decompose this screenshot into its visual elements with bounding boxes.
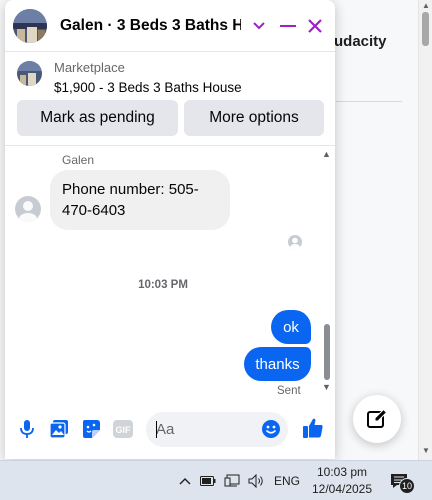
scroll-down-arrow-icon[interactable]: ▼ bbox=[422, 446, 430, 455]
notification-count-badge: 10 bbox=[399, 478, 415, 494]
message-list: Galen Phone number: 505-470-6403 10:03 P… bbox=[5, 146, 335, 398]
message-timestamp: 10:03 PM bbox=[138, 279, 188, 291]
sender-name: Galen bbox=[62, 153, 95, 167]
listing-title[interactable]: $1,900 - 3 Beds 3 Baths House bbox=[54, 80, 242, 95]
network-icon[interactable] bbox=[222, 461, 242, 500]
listing-panel: Marketplace $1,900 - 3 Beds 3 Baths Hous… bbox=[5, 52, 335, 146]
minimize-icon[interactable] bbox=[276, 13, 301, 39]
show-hidden-icons-chevron-up-icon[interactable] bbox=[175, 461, 195, 500]
outgoing-message-bubble[interactable]: thanks bbox=[244, 347, 311, 381]
clock-time: 10:03 pm bbox=[316, 465, 368, 479]
chevron-down-icon[interactable] bbox=[247, 13, 272, 39]
battery-icon[interactable] bbox=[198, 461, 218, 500]
scroll-up-arrow-icon[interactable]: ▲ bbox=[422, 1, 430, 10]
outgoing-message-bubble[interactable]: ok bbox=[271, 310, 311, 344]
chat-title[interactable]: Galen · 3 Beds 3 Baths Ho... bbox=[60, 17, 241, 35]
message-scrollbar[interactable]: ▲ ▼ bbox=[321, 146, 333, 398]
more-options-button[interactable]: More options bbox=[184, 100, 324, 136]
read-receipt-avatar bbox=[288, 235, 302, 249]
clock-date: 12/04/2025 bbox=[311, 482, 373, 496]
volume-icon[interactable] bbox=[246, 461, 266, 500]
scroll-up-arrow-icon[interactable]: ▲ bbox=[322, 149, 331, 159]
listing-thumbnail[interactable] bbox=[17, 61, 42, 86]
page-scrollbar[interactable]: ▲ ▼ bbox=[418, 0, 432, 460]
compose-icon bbox=[367, 408, 388, 428]
gif-icon-label: GIF bbox=[116, 425, 132, 435]
taskbar: ENG 10:03 pm 12/04/2025 bbox=[0, 460, 432, 500]
new-message-button[interactable] bbox=[353, 395, 401, 443]
background-divider bbox=[336, 101, 402, 102]
sticker-icon[interactable] bbox=[80, 418, 102, 440]
contact-avatar[interactable] bbox=[13, 8, 47, 43]
photo-icon[interactable] bbox=[48, 418, 70, 440]
language-indicator[interactable]: ENG bbox=[272, 461, 302, 500]
mark-as-pending-button[interactable]: Mark as pending bbox=[17, 100, 178, 136]
taskbar-clock[interactable]: 10:03 pm 12/04/2025 bbox=[305, 464, 379, 498]
page-scroll-thumb[interactable] bbox=[422, 12, 429, 46]
scroll-down-arrow-icon[interactable]: ▼ bbox=[322, 382, 331, 392]
microphone-icon[interactable] bbox=[16, 418, 38, 440]
text-caret bbox=[156, 421, 157, 438]
gif-icon[interactable]: GIF bbox=[112, 418, 134, 440]
listing-category: Marketplace bbox=[54, 60, 125, 75]
incoming-message-bubble[interactable]: Phone number: 505-470-6403 bbox=[50, 170, 230, 230]
chat-window: Galen · 3 Beds 3 Baths Ho... Marketplace… bbox=[5, 0, 335, 459]
message-composer: GIF bbox=[5, 400, 335, 459]
sender-avatar[interactable] bbox=[15, 196, 41, 222]
chat-header: Galen · 3 Beds 3 Baths Ho... bbox=[5, 0, 335, 52]
background-partial-text: udacity bbox=[334, 33, 387, 50]
emoji-icon[interactable] bbox=[261, 419, 281, 439]
message-scroll-thumb[interactable] bbox=[324, 324, 330, 380]
close-icon[interactable] bbox=[302, 13, 327, 39]
message-status: Sent bbox=[277, 385, 301, 397]
thumbs-up-icon[interactable] bbox=[302, 417, 324, 439]
